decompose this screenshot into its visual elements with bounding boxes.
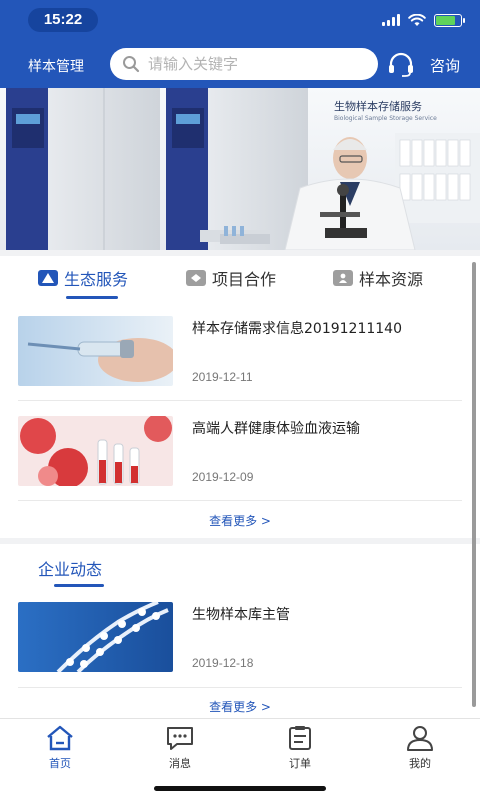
vial-thumbnail xyxy=(18,316,173,386)
message-icon xyxy=(167,727,193,750)
list-item[interactable]: 生物样本库主管 2019-12-18 xyxy=(18,602,462,688)
consult-button[interactable]: 咨询 xyxy=(430,55,460,76)
blood-tubes-thumbnail xyxy=(18,416,173,486)
scrollbar[interactable] xyxy=(472,262,476,707)
header-bar: 15:22 样本管理 请输入关键字 咨询 xyxy=(0,0,480,88)
item-date: 2019-12-09 xyxy=(192,470,254,484)
tab-project-cooperation[interactable]: 项目合作 xyxy=(186,266,276,290)
tab-sample-resources[interactable]: 样本资源 xyxy=(333,266,423,290)
person-badge-icon xyxy=(333,270,353,286)
active-tab-indicator xyxy=(66,296,118,299)
battery-level xyxy=(436,15,456,25)
tabbar-item-profile[interactable]: 我的 xyxy=(390,725,450,771)
battery-icon xyxy=(434,13,465,27)
item-title: 生物样本库主管 xyxy=(192,607,290,623)
tabbar-label: 我的 xyxy=(409,757,431,770)
banner-caption: 生物样本存储服务 xyxy=(334,100,422,113)
category-tabs: 生态服务 项目合作 样本资源 xyxy=(0,256,480,304)
news-card: 企业动态 生物样本库主管 2019-12-18 查看更多 > xyxy=(0,544,480,718)
banner-image[interactable]: 生物样本存储服务 Biological Sample Storage Servi… xyxy=(0,88,480,250)
order-icon xyxy=(289,726,311,750)
item-date: 2019-12-11 xyxy=(192,370,253,384)
status-time: 15:22 xyxy=(28,8,98,32)
search-icon xyxy=(123,56,140,73)
tab-label: 项目合作 xyxy=(212,270,277,289)
tab-ecology-services[interactable]: 生态服务 xyxy=(38,266,128,290)
home-icon xyxy=(47,725,73,751)
search-input[interactable] xyxy=(148,55,348,73)
tabbar-item-messages[interactable]: 消息 xyxy=(150,725,210,771)
app-title[interactable]: 样本管理 xyxy=(28,56,84,76)
tab-label: 样本资源 xyxy=(359,270,424,289)
signal-icon xyxy=(382,14,400,26)
handshake-icon xyxy=(186,270,206,286)
divider xyxy=(18,400,462,401)
app-screen: 15:22 样本管理 请输入关键字 咨询 生物样本存储服务 Biological… xyxy=(0,0,480,800)
list-item[interactable]: 样本存储需求信息20191211140 2019-12-11 xyxy=(18,316,462,402)
tabbar-item-home[interactable]: 首页 xyxy=(30,725,90,771)
section-title: 企业动态 xyxy=(38,560,103,579)
item-title: 样本存储需求信息20191211140 xyxy=(192,321,402,337)
service-icon xyxy=(38,270,58,286)
tabbar-label: 首页 xyxy=(49,757,71,770)
headset-icon[interactable] xyxy=(387,52,415,78)
dna-thumbnail xyxy=(18,602,173,672)
tabbar-label: 订单 xyxy=(289,757,311,770)
search-box[interactable] xyxy=(110,48,378,80)
view-more-services-link[interactable]: 查看更多 > xyxy=(0,512,480,529)
wifi-icon xyxy=(408,13,426,26)
tab-label: 生态服务 xyxy=(64,270,129,289)
profile-icon xyxy=(407,726,433,751)
services-card: 生态服务 项目合作 样本资源 样本存储需求信息20191211140 2019-… xyxy=(0,256,480,538)
status-icons xyxy=(382,12,465,28)
banner-subcaption: Biological Sample Storage Service xyxy=(334,115,437,122)
section-underline xyxy=(54,584,104,587)
divider xyxy=(18,687,462,688)
tabbar-item-orders[interactable]: 订单 xyxy=(270,725,330,771)
item-title: 高端人群健康体验血液运输 xyxy=(192,421,360,437)
view-more-news-link[interactable]: 查看更多 > xyxy=(0,698,480,715)
tabbar-label: 消息 xyxy=(169,757,191,770)
home-indicator xyxy=(154,786,326,791)
list-item[interactable]: 高端人群健康体验血液运输 2019-12-09 xyxy=(18,416,462,502)
divider xyxy=(18,500,462,501)
item-date: 2019-12-18 xyxy=(192,656,254,670)
